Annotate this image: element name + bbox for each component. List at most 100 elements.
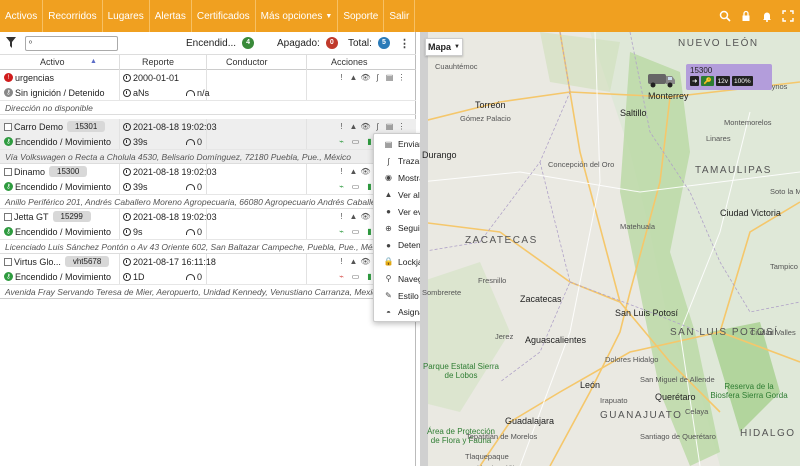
row-checkbox[interactable] [4,212,12,221]
warning-icon[interactable]: ▲ [349,122,358,131]
stat-total-count: 5 [377,37,390,49]
asset-name-cell[interactable]: Jetta GT 15299 [4,209,91,224]
elapsed-value: 39s [133,136,148,147]
map-label: Linares [706,134,731,143]
kebab-icon[interactable]: ⋮ [397,122,406,131]
events-icon[interactable]: ! [337,122,346,131]
sms-icon[interactable]: ▤ [385,122,394,131]
nav-lugares[interactable]: Lugares [103,0,150,32]
map-label: Ciudad Valles [750,328,796,337]
row-checkbox[interactable] [4,257,12,266]
events-icon[interactable]: ! [337,73,346,82]
row-actions: !▲👁∫▤⋮ [337,119,406,134]
battery-voltage: 12v [715,76,731,86]
asset-name-cell[interactable]: Virtus Glo... vht5678 [4,254,110,269]
map-label: Fresnillo [478,276,507,285]
events-icon[interactable]: ! [337,257,346,266]
truck-marker-icon[interactable] [646,72,676,88]
status-cell: ⚷ Encendido / Movimiento [4,269,111,284]
nav-recorridos[interactable]: Recorridos [43,0,103,32]
map-label: Concepción del Oro [548,160,615,169]
table-row[interactable]: Dinamo153002021-08-18 19:02:03!▲👁∫▤⋮⚷Enc… [0,164,416,209]
eye-icon[interactable]: 👁 [360,212,370,221]
clock-icon [123,257,131,266]
warning-icon[interactable]: ▲ [349,212,358,221]
map-view[interactable]: Mapa ▼ NUEVO LEÓN Monterrey Torreón Saltill… [420,32,800,466]
nav-salir[interactable]: Salir [384,0,416,32]
clock-icon [123,122,131,131]
status-cell: ⚷ Encendido / Movimiento [4,179,111,194]
table-row[interactable]: Jetta GT152992021-08-18 19:02:03!▲👁∫▤⋮⚷E… [0,209,416,254]
map-type-selector[interactable]: Mapa ▼ [425,38,463,56]
asset-name-cell[interactable]: Dinamo 15300 [4,164,88,179]
filter-icon[interactable] [6,37,16,48]
gauge-icon [186,138,195,145]
warning-icon[interactable]: ▲ [349,73,358,82]
asset-address: Vía Volkswagen o Recta a Cholula 4530, B… [0,149,416,164]
bell-icon[interactable] [761,10,773,22]
route-icon[interactable]: ∫ [373,73,382,82]
search-input[interactable] [25,36,118,51]
kebab-icon[interactable]: ⋮ [397,73,406,82]
more-options-icon[interactable]: ⋮ [399,37,410,50]
nav-label: Recorridos [48,10,97,22]
map-label: Aguascalientes [525,335,587,345]
stop-icon: ● [386,240,391,250]
sort-asc-icon[interactable]: ▲ [90,58,97,65]
battery-icon: ▭ [351,272,360,281]
sms-icon[interactable]: ▤ [385,73,394,82]
table-header: Activo ▲ Reporte Conductor Acciones [0,54,416,71]
header-activo[interactable]: Activo [40,57,65,67]
clock-icon [123,73,131,82]
warning-icon[interactable]: ▲ [349,257,358,266]
search-icon[interactable] [719,10,731,22]
route-icon[interactable]: ∫ [373,122,382,131]
stat-total: Total: 5 [348,37,390,49]
status-cell: ⚷ Encendido / Movimiento [4,134,111,149]
asset-name-cell[interactable]: Carro Demo 15301 [4,119,106,134]
eye-icon[interactable]: 👁 [360,73,370,82]
plate-badge: 15300 [49,166,88,177]
eye-icon[interactable]: 👁 [360,257,370,266]
vehicle-status-bar: ➜ 🔑 12v 100% [690,76,753,87]
nav-label: Alertas [154,10,186,22]
warning-icon[interactable]: ▲ [349,167,358,176]
clock-icon [123,182,131,191]
speed-cell: aNs [123,85,149,100]
eye-icon[interactable]: 👁 [360,167,370,176]
nav-activos[interactable]: Activos [0,0,44,32]
header-conductor[interactable]: Conductor [226,57,268,67]
elapsed-value: 1D [133,271,145,282]
map-label: ZACATECAS [465,235,538,246]
fuel-cell: n/a [186,85,210,100]
row-checkbox[interactable] [4,122,12,131]
menu-item-label: Seguir [398,223,423,234]
nav-soporte[interactable]: Soporte [338,0,385,32]
table-row[interactable]: Carro Demo 15301 2021-08-18 19:02:03! ▲ 👁 ∫ ▤ ⋮… [0,119,416,164]
row-checkbox[interactable] [4,167,12,176]
nav-label: Salir [389,10,410,22]
map-label: Tepatitlán de Morelos [466,432,538,441]
fuel-cell: 0 [186,134,202,149]
battery-icon: ▭ [351,182,360,191]
map-label: Parque Estatal Sierra de Lobos [422,362,500,380]
map-label: Saltillo [620,108,647,118]
events-icon[interactable]: ! [337,167,346,176]
warning-icon: ▲ [384,190,393,200]
nav-alertas[interactable]: Alertas [150,0,192,32]
asset-name-cell[interactable]: ! urgencias [4,70,54,85]
table-row[interactable]: Virtus Glo... vht5678 2021-08-17 16:11:18!… [0,254,416,299]
crosshair-icon: ⊕ [385,223,392,233]
chevron-down-icon: ▼ [325,12,333,20]
expand-icon[interactable] [782,10,794,22]
header-reporte[interactable]: Reporte [142,57,174,67]
lock-icon[interactable] [740,10,752,22]
status-text: Encendido / Movimiento [15,226,112,237]
events-icon[interactable]: ! [337,212,346,221]
map-label: TAMAULIPAS [695,165,772,176]
status-cell: ⚷ Sin ignición / Detenido [4,85,105,100]
nav-certificados[interactable]: Certificados [192,0,256,32]
nav-m-s-opciones[interactable]: Más opciones ▼ [256,0,339,32]
eye-icon[interactable]: 👁 [360,122,370,131]
table-row[interactable]: ! urgencias 2000-01-01! ▲ 👁 ∫ ▤ ⋮ ⚷ Sin ignición … [0,70,416,115]
